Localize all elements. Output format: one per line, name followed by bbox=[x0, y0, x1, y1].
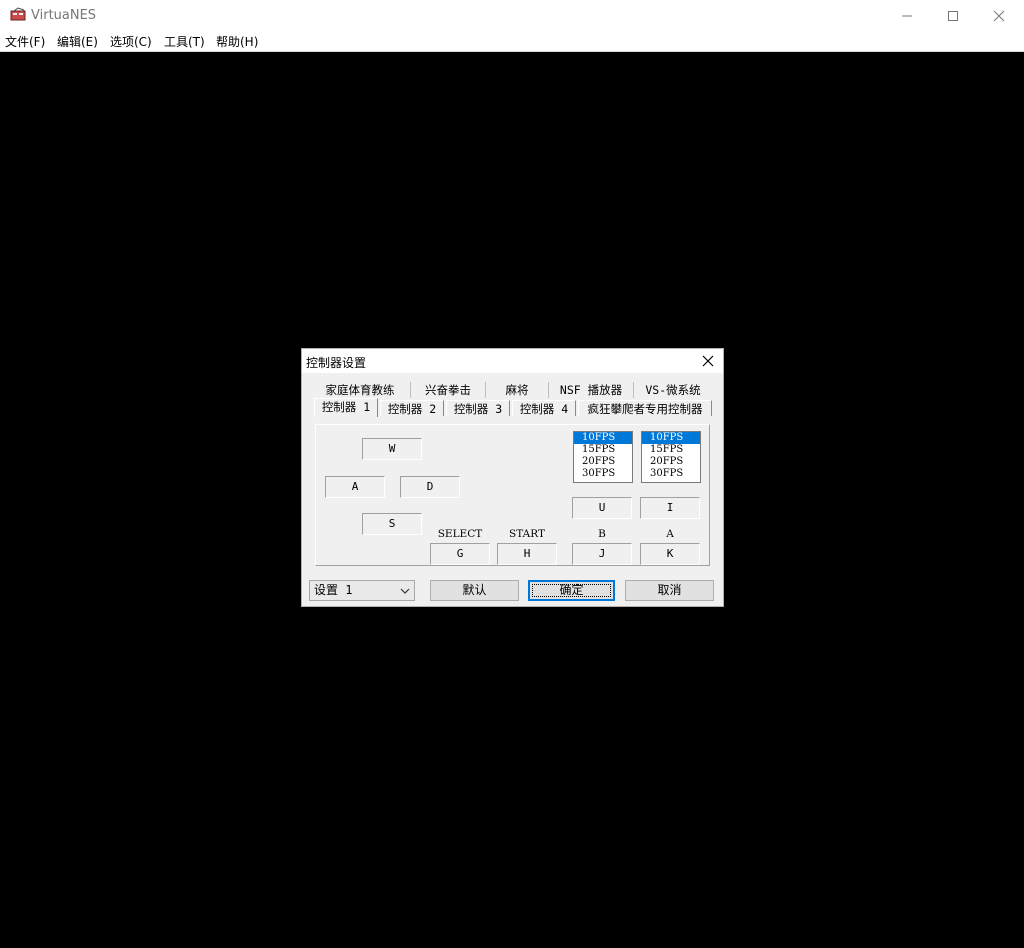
list-item[interactable]: 15FPS bbox=[574, 444, 632, 456]
list-item[interactable]: 20FPS bbox=[574, 456, 632, 468]
virtuanes-app-icon bbox=[10, 7, 26, 21]
menu-tools[interactable]: 工具(T) bbox=[164, 33, 205, 50]
turbo-b-rate-list[interactable]: 10FPS 15FPS 20FPS 30FPS bbox=[573, 431, 633, 483]
window-title-bar: VirtuaNES bbox=[0, 0, 1024, 31]
start-label: START bbox=[509, 528, 545, 540]
maximize-button[interactable] bbox=[930, 0, 976, 31]
close-icon bbox=[993, 10, 1005, 21]
preset-dropdown[interactable]: 设置 1 bbox=[309, 580, 415, 601]
list-item[interactable]: 20FPS bbox=[642, 456, 700, 468]
tab-controller-4[interactable]: 控制器 4 bbox=[512, 400, 576, 416]
tab-controller-1[interactable]: 控制器 1 bbox=[314, 398, 378, 417]
cancel-button[interactable]: 取消 bbox=[625, 580, 714, 601]
b-label: B bbox=[598, 528, 606, 540]
tab-mahjong[interactable]: 麻将 bbox=[486, 382, 549, 398]
tab-exciting-boxing[interactable]: 兴奋拳击 bbox=[411, 382, 486, 398]
key-down-field[interactable]: S bbox=[362, 513, 422, 535]
key-select-field[interactable]: G bbox=[430, 543, 490, 565]
app-title: VirtuaNES bbox=[31, 8, 97, 23]
tab-controller-2[interactable]: 控制器 2 bbox=[380, 400, 444, 416]
list-item[interactable]: 30FPS bbox=[574, 468, 632, 480]
focus-rect bbox=[532, 584, 611, 597]
menu-help[interactable]: 帮助(H) bbox=[216, 33, 258, 50]
minimize-icon bbox=[902, 15, 912, 16]
list-item[interactable]: 10FPS bbox=[574, 432, 632, 444]
close-button[interactable] bbox=[976, 0, 1022, 31]
dialog-close-icon[interactable] bbox=[699, 352, 717, 370]
key-up-field[interactable]: W bbox=[362, 438, 422, 460]
chevron-down-icon bbox=[400, 588, 410, 594]
key-start-field[interactable]: H bbox=[497, 543, 557, 565]
list-item[interactable]: 15FPS bbox=[642, 444, 700, 456]
tab-family-trainer[interactable]: 家庭体育教练 bbox=[310, 382, 411, 398]
turbo-a-rate-list[interactable]: 10FPS 15FPS 20FPS 30FPS bbox=[641, 431, 701, 483]
ok-button[interactable]: 确定 bbox=[528, 580, 615, 601]
a-label: A bbox=[666, 528, 674, 540]
dialog-title-bar: 控制器设置 bbox=[302, 349, 723, 373]
maximize-icon bbox=[948, 10, 958, 21]
key-turbo-a-field[interactable]: I bbox=[640, 497, 700, 519]
tab-vs-system[interactable]: VS-微系统 bbox=[634, 382, 712, 398]
preset-value: 设置 1 bbox=[314, 583, 353, 597]
tab-controller-3[interactable]: 控制器 3 bbox=[446, 400, 510, 416]
key-b-field[interactable]: J bbox=[572, 543, 632, 565]
key-right-field[interactable]: D bbox=[400, 476, 460, 498]
list-item[interactable]: 30FPS bbox=[642, 468, 700, 480]
select-label: SELECT bbox=[437, 528, 483, 540]
menu-edit[interactable]: 编辑(E) bbox=[57, 33, 98, 50]
menu-file[interactable]: 文件(F) bbox=[5, 33, 45, 50]
dialog-title: 控制器设置 bbox=[306, 356, 367, 370]
key-turbo-b-field[interactable]: U bbox=[572, 497, 632, 519]
key-a-field[interactable]: K bbox=[640, 543, 700, 565]
default-button[interactable]: 默认 bbox=[430, 580, 519, 601]
list-item[interactable]: 10FPS bbox=[642, 432, 700, 444]
menu-bar: 文件(F) 编辑(E) 选项(C) 工具(T) 帮助(H) bbox=[0, 31, 1024, 52]
tab-nsf-player[interactable]: NSF 播放器 bbox=[549, 382, 634, 398]
key-left-field[interactable]: A bbox=[325, 476, 385, 498]
tab-crazy-climber-controller[interactable]: 疯狂攀爬者专用控制器 bbox=[578, 400, 712, 416]
minimize-button[interactable] bbox=[884, 0, 930, 31]
menu-options[interactable]: 选项(C) bbox=[110, 33, 152, 50]
